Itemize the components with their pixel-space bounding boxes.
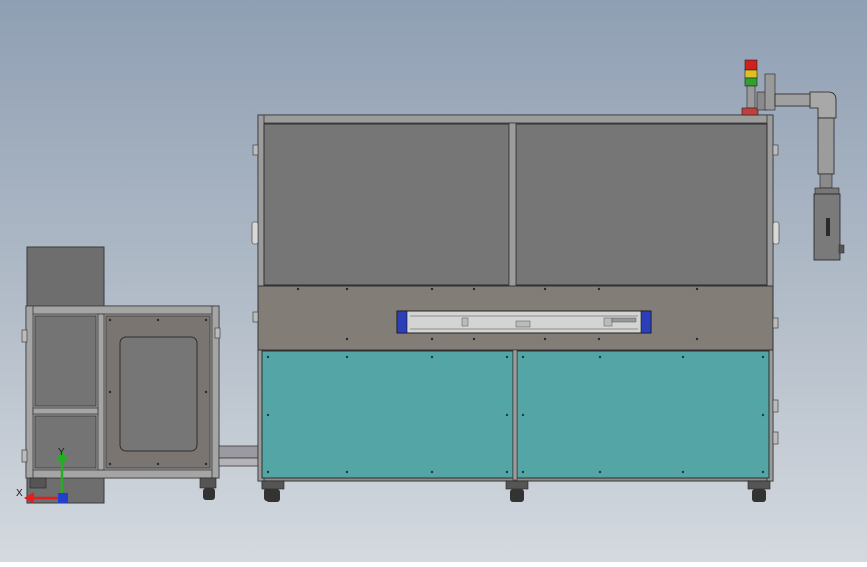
cad-model-drawing: Y X bbox=[16, 59, 845, 504]
left-enclosure bbox=[21, 305, 221, 500]
left-enclosure-upper-panel bbox=[34, 315, 97, 407]
main-machine bbox=[251, 114, 780, 502]
triad-x-label: X bbox=[16, 488, 23, 499]
stack-light bbox=[741, 59, 759, 116]
lower-right-panel bbox=[516, 350, 770, 479]
machine-feet bbox=[261, 480, 771, 502]
inspection-slot bbox=[396, 310, 652, 334]
triad-y-label: Y bbox=[58, 447, 65, 458]
left-enclosure-window bbox=[119, 336, 198, 452]
upper-right-window bbox=[515, 123, 768, 286]
lower-left-panel bbox=[261, 350, 514, 479]
cad-viewport[interactable]: Y X bbox=[0, 0, 867, 562]
upper-left-window bbox=[263, 123, 510, 286]
